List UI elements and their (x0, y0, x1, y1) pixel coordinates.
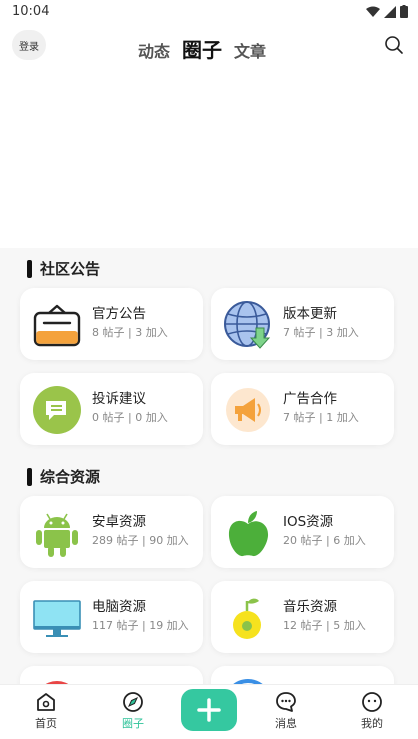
section-marker (27, 467, 32, 486)
section-title-resources: 综合资源 (27, 466, 100, 487)
card-meta: 12 帖子 | 5 加入 (283, 619, 366, 632)
nav-messages[interactable]: 消息 (261, 691, 311, 731)
music-fruit-icon (233, 598, 261, 639)
nav-home[interactable]: 首页 (21, 691, 71, 731)
wifi-icon (366, 6, 380, 17)
card-music-resources[interactable]: 音乐资源 12 帖子 | 5 加入 (211, 581, 394, 653)
card-ad-cooperation[interactable]: 广告合作 7 帖子 | 1 加入 (211, 373, 394, 445)
nav-label: 我的 (361, 717, 383, 730)
megaphone-icon (226, 388, 270, 432)
card-ios-resources[interactable]: IOS资源 20 帖子 | 6 加入 (211, 496, 394, 568)
card-name: 安卓资源 (92, 514, 146, 530)
card-meta: 7 帖子 | 3 加入 (283, 326, 359, 339)
card-meta: 7 帖子 | 1 加入 (283, 411, 359, 424)
signal-icon (384, 5, 396, 18)
home-icon (37, 693, 55, 711)
nav-circles[interactable]: 圈子 (108, 691, 158, 731)
compass-icon (123, 692, 143, 712)
banner-area (0, 68, 418, 248)
tab-dynamic[interactable]: 动态 (138, 38, 170, 62)
section-title-text: 综合资源 (40, 468, 101, 486)
section-title-text: 社区公告 (40, 260, 101, 278)
card-meta: 117 帖子 | 19 加入 (92, 619, 189, 632)
card-meta: 289 帖子 | 90 加入 (92, 534, 189, 547)
search-icon[interactable] (384, 35, 404, 55)
message-icon (276, 692, 296, 712)
section-title-announcements: 社区公告 (27, 258, 100, 279)
header-tabs: 动态 圈子 文章 (138, 34, 266, 63)
card-meta: 8 帖子 | 3 加入 (92, 326, 168, 339)
card-name: 投诉建议 (92, 391, 146, 407)
globe-download-icon (224, 301, 271, 349)
nav-profile[interactable]: 我的 (347, 691, 397, 731)
section-marker (27, 259, 32, 278)
android-icon (36, 513, 78, 557)
card-meta: 20 帖子 | 6 加入 (283, 534, 366, 547)
tab-articles[interactable]: 文章 (234, 38, 266, 62)
tab-circles[interactable]: 圈子 (182, 34, 222, 63)
status-bar: 10:04 (0, 0, 418, 24)
nav-label: 圈子 (122, 717, 144, 730)
add-post-button[interactable] (181, 689, 237, 731)
profile-icon (362, 692, 382, 712)
card-name: 电脑资源 (92, 599, 146, 615)
card-pc-resources[interactable]: 电脑资源 117 帖子 | 19 加入 (20, 581, 203, 653)
announcement-box-icon (33, 304, 81, 347)
login-button[interactable]: 登录 (12, 30, 46, 60)
apple-icon (228, 511, 269, 557)
monitor-icon (33, 600, 81, 637)
card-name: 音乐资源 (283, 599, 337, 615)
card-complaints[interactable]: 投诉建议 0 帖子 | 0 加入 (20, 373, 203, 445)
card-meta: 0 帖子 | 0 加入 (92, 411, 168, 424)
top-bar: 登录 动态 圈子 文章 (0, 24, 418, 68)
battery-icon (400, 5, 408, 18)
card-name: 官方公告 (92, 306, 146, 322)
card-official-announcement[interactable]: 官方公告 8 帖子 | 3 加入 (20, 288, 203, 360)
status-icons (366, 5, 408, 18)
card-name: 广告合作 (283, 391, 337, 407)
bottom-nav: 首页 圈子 消息 我的 (0, 684, 418, 739)
status-time: 10:04 (12, 4, 50, 19)
card-name: IOS资源 (283, 514, 334, 530)
plus-icon (197, 698, 221, 722)
nav-label: 首页 (35, 717, 57, 730)
card-name: 版本更新 (283, 306, 337, 322)
card-version-update[interactable]: 版本更新 7 帖子 | 3 加入 (211, 288, 394, 360)
card-android-resources[interactable]: 安卓资源 289 帖子 | 90 加入 (20, 496, 203, 568)
chat-bubble-icon (33, 386, 81, 434)
nav-label: 消息 (275, 717, 297, 730)
